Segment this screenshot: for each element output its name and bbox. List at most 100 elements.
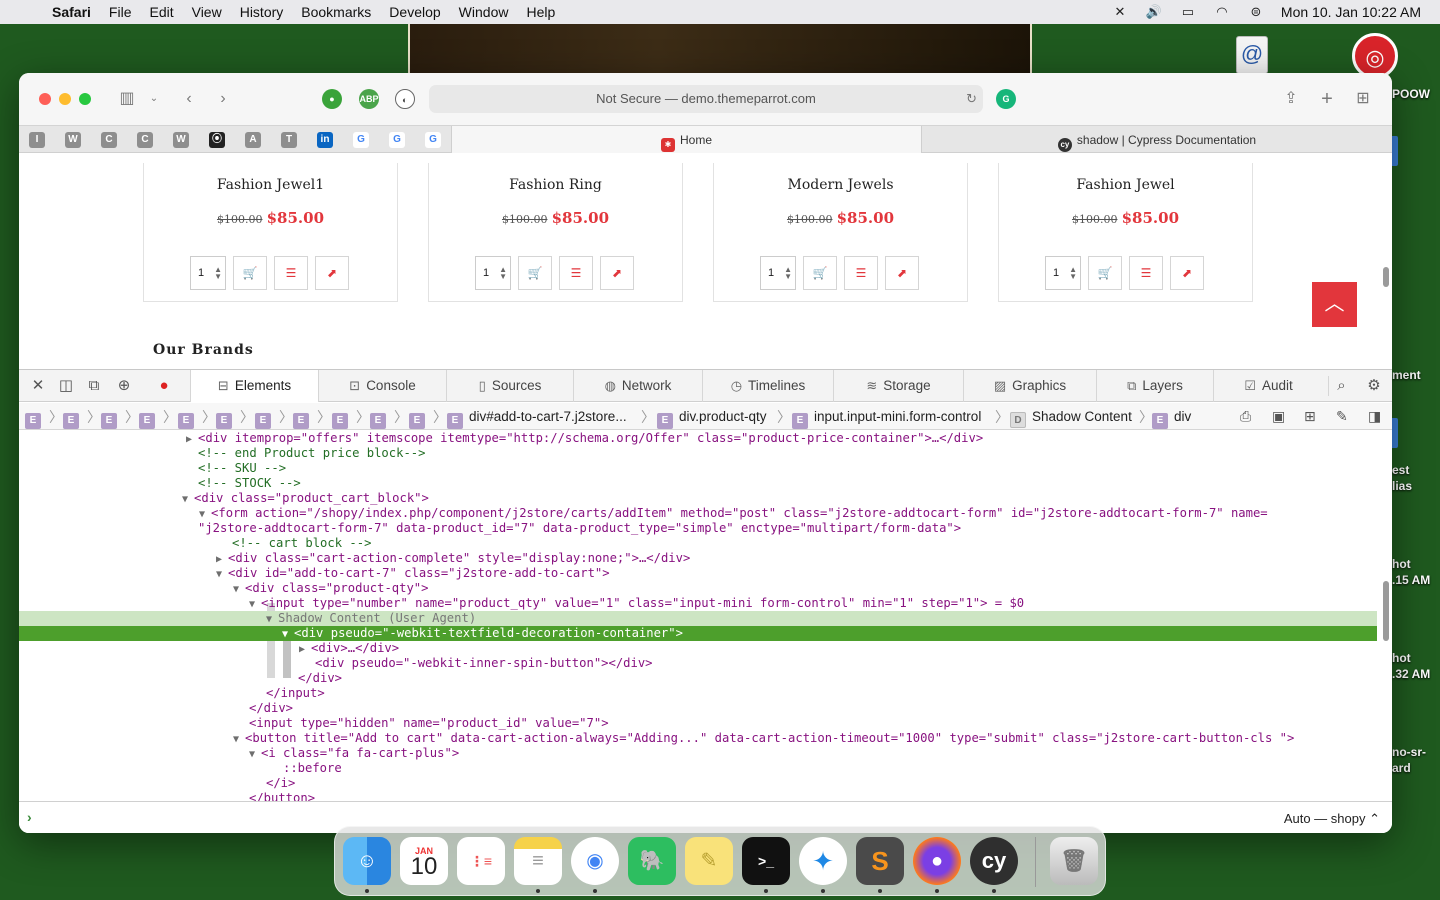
compare-icon[interactable]: ⬈ (885, 256, 919, 290)
print-icon[interactable]: ⎙ (1240, 408, 1251, 425)
close-window-button[interactable] (39, 93, 51, 105)
dom-comment[interactable]: <!-- cart block --> (19, 536, 1377, 551)
menu-develop[interactable]: Develop (380, 4, 449, 20)
dom-comment[interactable]: <!-- end Product price block--> (19, 446, 1377, 461)
desktop-label[interactable]: ment (1392, 368, 1421, 382)
sidebar-icon[interactable]: ▥ (115, 88, 139, 110)
dom-node[interactable]: ▼ <div class="product-qty"> (19, 581, 1377, 596)
adblock-icon[interactable]: ABP (359, 89, 379, 109)
chevron-down-icon[interactable]: ⌄ (147, 88, 161, 110)
desktop-label[interactable]: est (1392, 463, 1409, 477)
list-icon[interactable]: ☰ (844, 256, 878, 290)
wifi-icon[interactable]: ◠ (1205, 4, 1239, 20)
breadcrumb-item[interactable]: E (63, 408, 85, 429)
quantity-input[interactable]: 1 ▲ ▼ (1045, 256, 1081, 290)
dom-node[interactable]: </input> (19, 686, 1377, 701)
add-to-cart-button[interactable]: 🛒 (803, 256, 837, 290)
dom-comment[interactable]: <!-- STOCK --> (19, 476, 1377, 491)
menu-history[interactable]: History (231, 4, 293, 20)
firefox-icon[interactable]: ● (913, 837, 961, 885)
crosshair-icon[interactable]: ⊕ (113, 376, 135, 396)
evernote-icon[interactable]: 🐘 (628, 837, 676, 885)
minimize-window-button[interactable] (59, 93, 71, 105)
sublime-text-icon[interactable]: S (856, 837, 904, 885)
shadow-root-node[interactable]: ▼ Shadow Content (User Agent) (19, 611, 1377, 626)
product-name[interactable]: Fashion Jewel (999, 177, 1252, 193)
tab-sources[interactable]: ▯ Sources (446, 370, 573, 402)
tab-timelines[interactable]: ◷ Timelines (702, 370, 833, 402)
breadcrumb-item[interactable]: E (25, 408, 47, 429)
safari-compass-icon[interactable]: ✦ (799, 837, 847, 885)
list-icon[interactable]: ☰ (559, 256, 593, 290)
page-scrollbar[interactable] (1383, 267, 1389, 287)
grid-icon[interactable]: ⊞ (1353, 88, 1373, 110)
share-icon[interactable]: ⇪ (1281, 88, 1301, 110)
spin-button-icon[interactable]: ▲ ▼ (1069, 266, 1077, 281)
undock-icon[interactable]: ⧉ (83, 376, 105, 396)
back-button[interactable]: ‹ (179, 88, 199, 110)
trash-icon[interactable]: 🗑 (1050, 837, 1098, 885)
quantity-input[interactable]: 1 ▲ ▼ (190, 256, 226, 290)
spin-button-icon[interactable]: ▲ ▼ (214, 266, 222, 281)
menu-bookmarks[interactable]: Bookmarks (292, 4, 380, 20)
dom-node[interactable]: ▼ <form action="/shopy/index.php/compone… (19, 506, 1377, 521)
favorite-item-github[interactable]: ⦿ (209, 132, 225, 148)
favorite-item[interactable]: C (101, 132, 117, 148)
favorite-item-google[interactable]: G (389, 132, 405, 148)
breadcrumb-item[interactable]: Ediv#add-to-cart-7.j2store... (447, 408, 627, 429)
reload-icon[interactable]: ↻ (966, 85, 977, 113)
dom-node[interactable]: ▼ <i class="fa fa-cart-plus"> (19, 746, 1377, 761)
spin-button-icon[interactable]: ▲ ▼ (499, 266, 507, 281)
spin-button-icon[interactable]: ▲ ▼ (784, 266, 792, 281)
compare-icon[interactable]: ⬈ (600, 256, 634, 290)
add-to-cart-button[interactable]: 🛒 (1088, 256, 1122, 290)
tab-elements[interactable]: ⊟ Elements (190, 370, 318, 402)
breadcrumb-item[interactable]: E (370, 408, 392, 429)
breadcrumb-item[interactable]: E (216, 408, 238, 429)
terminal-icon[interactable]: >_ (742, 837, 790, 885)
notes-icon[interactable]: ≡ (514, 837, 562, 885)
favorite-item-linkedin[interactable]: in (317, 132, 333, 148)
display-icon[interactable]: ▣ (1272, 408, 1285, 425)
menu-file[interactable]: File (100, 4, 141, 20)
dom-node[interactable]: "j2store-addtocart-form-7" data-product_… (19, 521, 1377, 536)
battery-icon[interactable]: ▭ (1171, 4, 1205, 20)
mic-off-icon[interactable]: ✕ (1103, 4, 1137, 20)
breadcrumb-item[interactable]: D Shadow Content (1010, 408, 1132, 428)
compare-icon[interactable]: ⬈ (1170, 256, 1204, 290)
dom-node[interactable]: <input type="hidden" name="product_id" v… (19, 716, 1377, 731)
dom-node[interactable]: </button> (19, 791, 1377, 801)
favorite-item[interactable]: C (137, 132, 153, 148)
layout-grid-icon[interactable]: ⊞ (1304, 408, 1316, 425)
product-name[interactable]: Fashion Jewel1 (144, 177, 397, 193)
dom-scrollbar[interactable] (1383, 581, 1389, 641)
desktop-label[interactable]: hot (1392, 651, 1411, 665)
product-name[interactable]: Fashion Ring (429, 177, 682, 193)
desktop-label[interactable]: POOW (1392, 87, 1430, 101)
dom-node[interactable]: ▼ <input type="number" name="product_qty… (19, 596, 1377, 611)
desktop-label[interactable]: no-sr- (1392, 745, 1426, 759)
add-to-cart-button[interactable]: 🛒 (233, 256, 267, 290)
tab-storage[interactable]: ≋ Storage (833, 370, 963, 402)
dom-node[interactable]: ▶ <div>…</div> (19, 641, 1377, 656)
details-sidebar-icon[interactable]: ◨ (1368, 408, 1381, 425)
compare-icon[interactable]: ⬈ (315, 256, 349, 290)
pencil-icon[interactable]: ✎ (1336, 408, 1348, 425)
reminders-icon[interactable]: ⋮≡ (457, 837, 505, 885)
breadcrumb-item[interactable]: E (332, 408, 354, 429)
list-icon[interactable]: ☰ (274, 256, 308, 290)
chrome-icon[interactable]: ◉ (571, 837, 619, 885)
desktop-mail-file-icon[interactable]: @ (1236, 36, 1268, 74)
tab-cypress-docs[interactable]: cy shadow | Cypress Documentation (921, 126, 1392, 154)
dom-node[interactable]: ▶ <div itemprop="offers" itemscope itemt… (19, 431, 1377, 446)
add-to-cart-button[interactable]: 🛒 (518, 256, 552, 290)
dock-side-icon[interactable]: ◫ (55, 376, 77, 396)
execution-context-select[interactable]: Auto — shopy ⌃ (1284, 811, 1380, 827)
tab-graphics[interactable]: ▨ Graphics (963, 370, 1096, 402)
extension-icon[interactable]: ● (322, 89, 342, 109)
dom-node[interactable]: </div> (19, 671, 1377, 686)
list-icon[interactable]: ☰ (1129, 256, 1163, 290)
desktop-label[interactable]: .15 AM (1392, 573, 1430, 587)
favorite-item-google[interactable]: G (353, 132, 369, 148)
plus-icon[interactable]: + (1317, 88, 1337, 110)
